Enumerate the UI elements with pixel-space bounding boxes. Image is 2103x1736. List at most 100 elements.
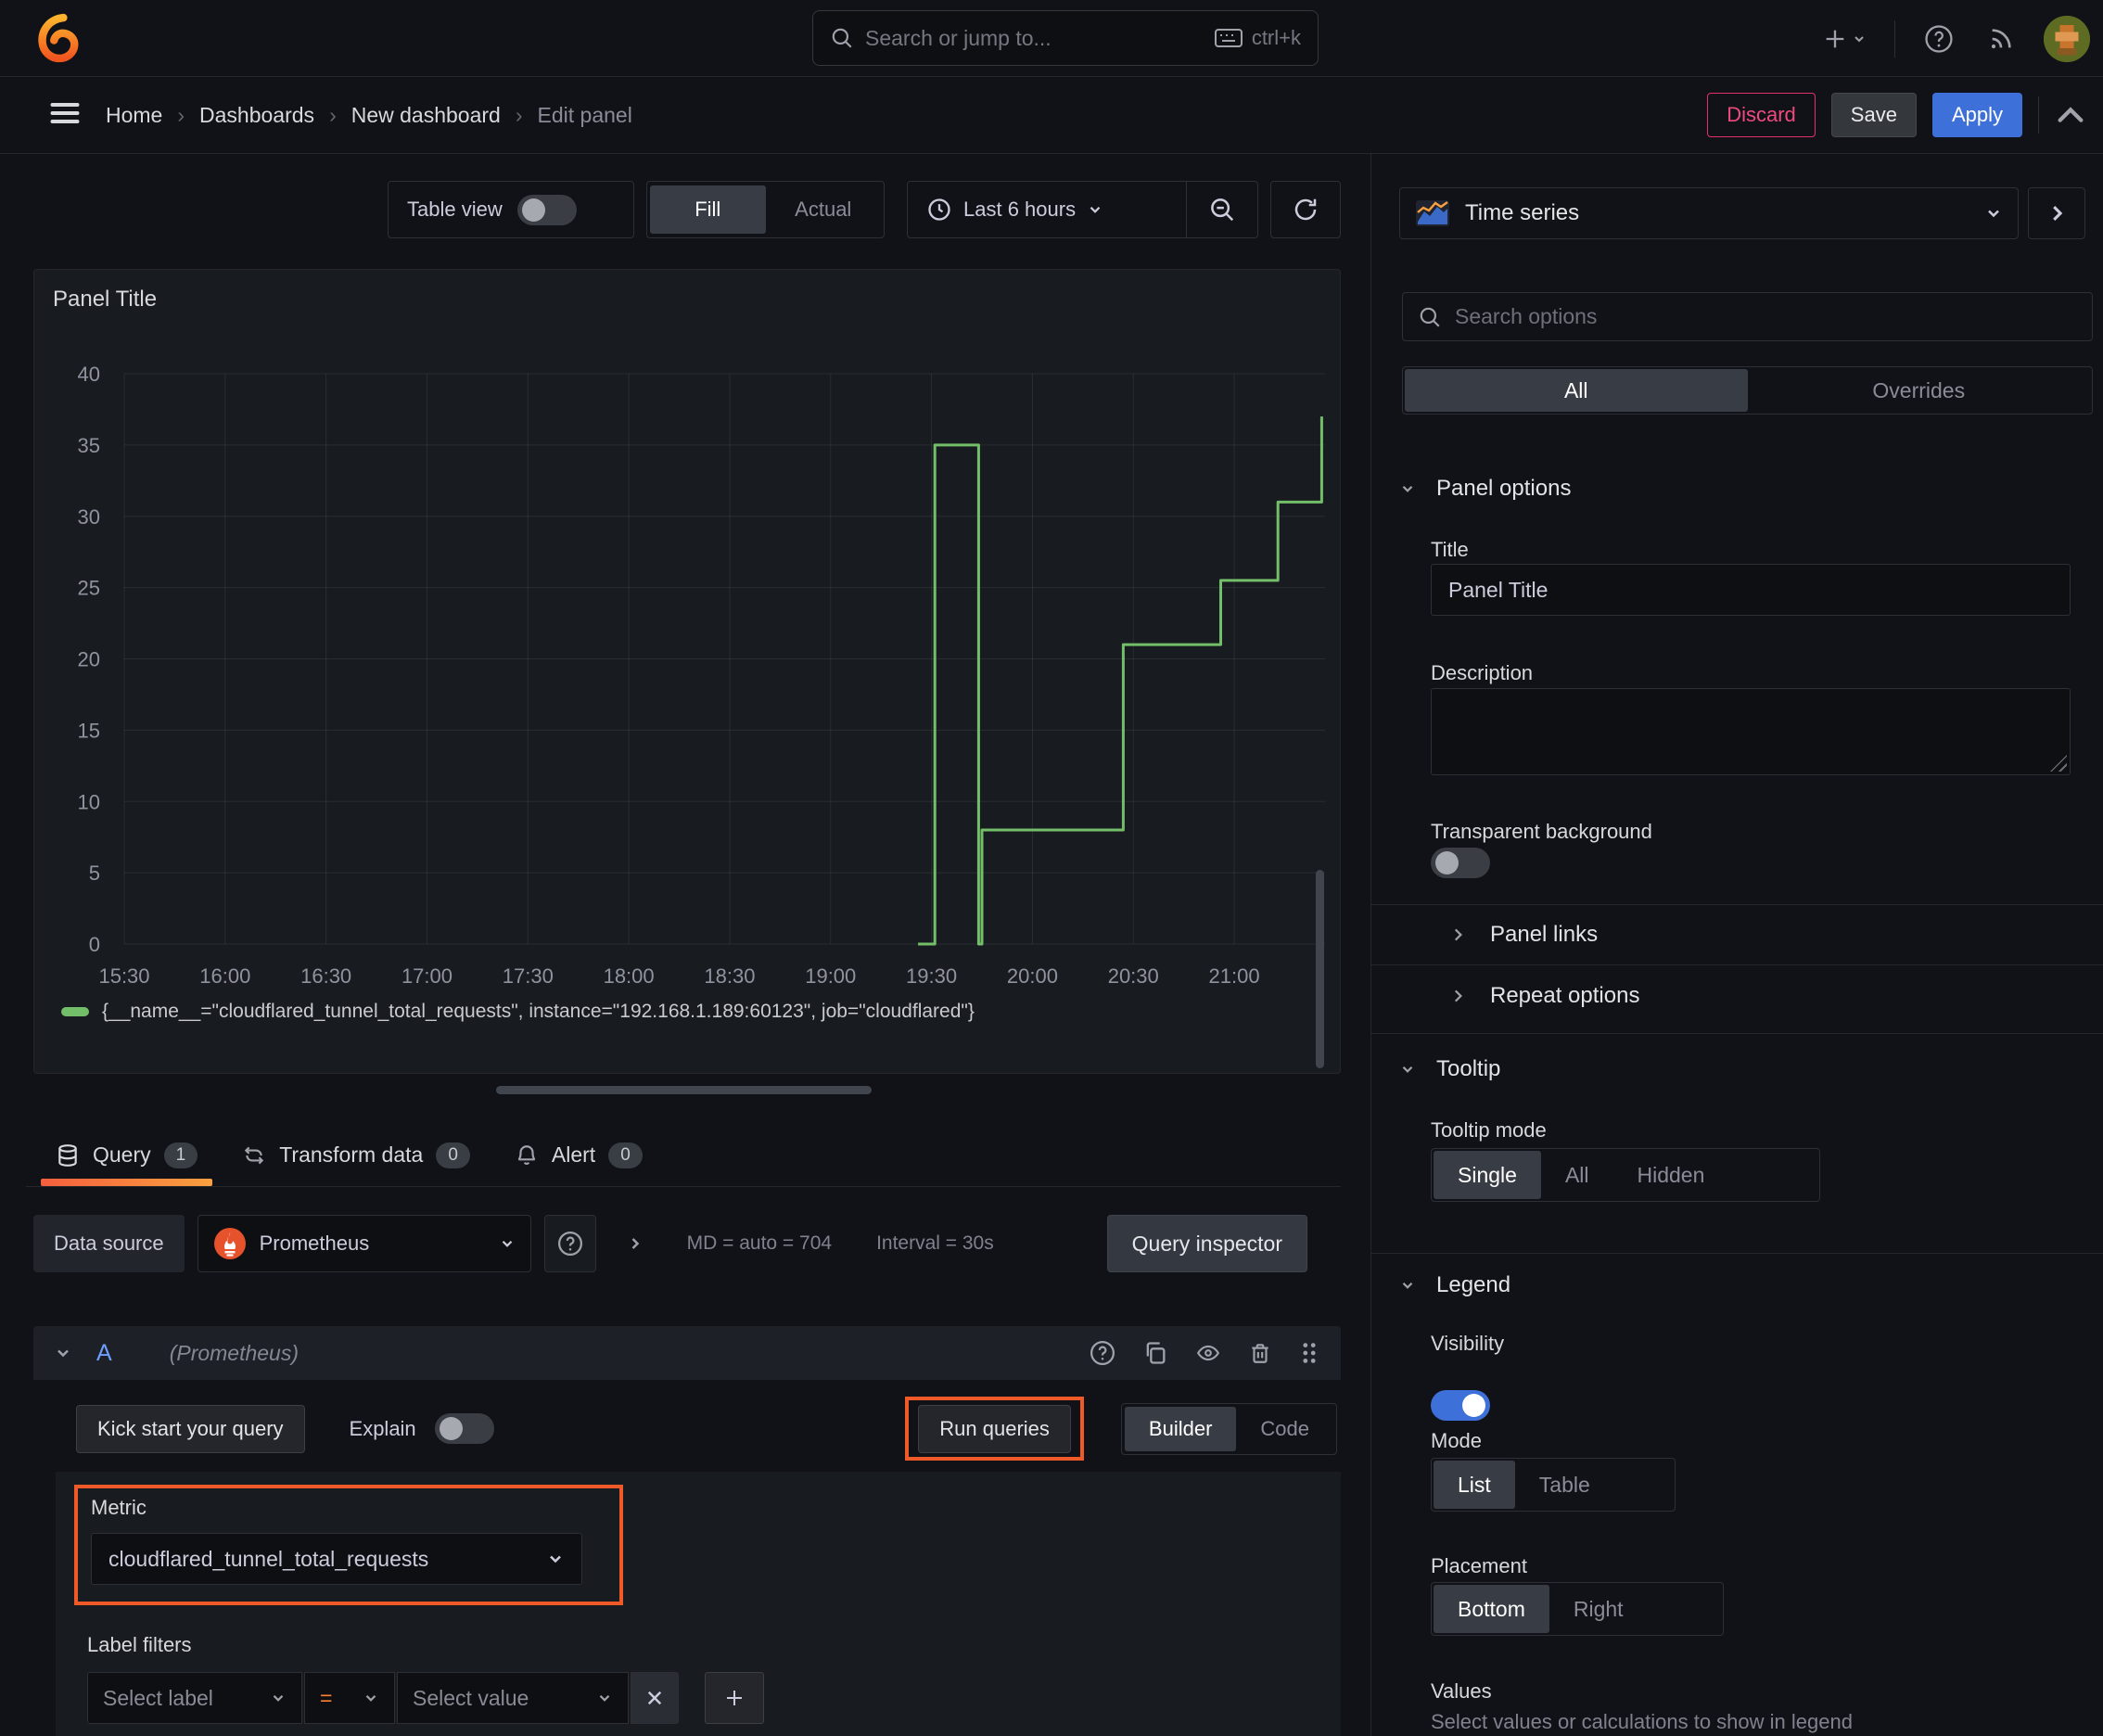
add-button[interactable] <box>1818 22 1870 56</box>
tooltip-mode-group: Single All Hidden <box>1431 1148 1820 1202</box>
tab-alert[interactable]: Alert 0 <box>492 1124 665 1186</box>
news-icon-button[interactable] <box>1982 20 2020 57</box>
transparent-background-switch[interactable] <box>1431 848 1490 878</box>
tab-all[interactable]: All <box>1405 369 1748 412</box>
section-tooltip[interactable]: Tooltip <box>1371 1046 2103 1092</box>
breadcrumb-new-dashboard[interactable]: New dashboard <box>351 103 501 128</box>
tab-transform-data[interactable]: Transform data 0 <box>220 1124 492 1186</box>
chevron-down-icon <box>1399 480 1416 497</box>
select-value-dropdown[interactable]: Select value <box>397 1672 629 1724</box>
menu-toggle-button[interactable] <box>48 99 82 127</box>
table-view-toggle[interactable]: Table view <box>388 181 634 238</box>
fill-option[interactable]: Fill <box>650 185 766 234</box>
help-icon-button[interactable] <box>1919 19 1958 58</box>
section-legend[interactable]: Legend <box>1371 1262 2103 1308</box>
metric-select[interactable]: cloudflared_tunnel_total_requests <box>91 1533 582 1585</box>
panel-description-textarea[interactable] <box>1431 688 2071 775</box>
expand-stats-button[interactable] <box>626 1234 644 1253</box>
options-search-input[interactable]: Search options <box>1402 292 2093 341</box>
tab-query-label: Query <box>93 1142 151 1167</box>
kickstart-query-button[interactable]: Kick start your query <box>76 1404 305 1453</box>
tooltip-mode-label: Tooltip mode <box>1431 1118 1547 1142</box>
label-filters-block: Label filters Select label = Select valu… <box>87 1633 1319 1724</box>
legend-series-label[interactable]: {__name__="cloudflared_tunnel_total_requ… <box>102 1001 975 1023</box>
panel[interactable]: Panel Title 0 5 10 15 20 25 30 35 40 15:30 16:00 16… <box>33 269 1341 1074</box>
tooltip-hidden-option[interactable]: Hidden <box>1613 1151 1729 1199</box>
select-label-dropdown[interactable]: Select label <box>87 1672 302 1724</box>
svg-text:25: 25 <box>78 577 100 600</box>
bell-icon <box>517 1144 536 1165</box>
query-options-row: Kick start your query Explain Run querie… <box>33 1397 1341 1461</box>
panel-resize-handle[interactable] <box>496 1086 872 1094</box>
options-sidebar: Time series Search options All Overrides… <box>1370 154 2103 1736</box>
svg-text:40: 40 <box>78 363 100 386</box>
discard-button[interactable]: Discard <box>1707 93 1816 137</box>
query-ref-id[interactable]: A <box>96 1340 112 1367</box>
operator-dropdown[interactable]: = <box>304 1672 395 1724</box>
explain-switch[interactable] <box>434 1413 494 1444</box>
chart-legend: {__name__="cloudflared_tunnel_total_requ… <box>61 1001 975 1023</box>
breadcrumb-dashboards[interactable]: Dashboards <box>199 103 314 128</box>
save-button[interactable]: Save <box>1830 93 1917 137</box>
plus-icon <box>727 1691 742 1705</box>
fill-actual-group: Fill Actual <box>646 181 885 238</box>
tooltip-single-option[interactable]: Single <box>1434 1151 1541 1199</box>
viz-suggestions-button[interactable] <box>2028 187 2085 239</box>
legend-mode-list[interactable]: List <box>1434 1461 1515 1509</box>
tooltip-all-option[interactable]: All <box>1541 1151 1613 1199</box>
chevron-right-icon <box>631 1238 639 1249</box>
svg-text:19:30: 19:30 <box>906 964 957 988</box>
metric-value: cloudflared_tunnel_total_requests <box>108 1546 429 1571</box>
tab-query[interactable]: Query 1 <box>33 1124 220 1186</box>
builder-option[interactable]: Builder <box>1124 1406 1237 1451</box>
scrollbar-thumb[interactable] <box>1316 870 1324 1068</box>
section-panel-options[interactable]: Panel options <box>1371 466 2103 512</box>
actual-option[interactable]: Actual <box>766 185 882 234</box>
breadcrumb-home[interactable]: Home <box>106 103 162 128</box>
refresh-button[interactable] <box>1270 181 1341 238</box>
run-queries-button[interactable]: Run queries <box>918 1404 1071 1453</box>
drag-handle-icon[interactable] <box>1298 1340 1320 1366</box>
visualization-picker[interactable]: Time series <box>1399 187 2019 239</box>
section-repeat-options[interactable]: Repeat options <box>1371 966 2103 1026</box>
legend-mode-table[interactable]: Table <box>1515 1461 1614 1509</box>
legend-placement-right[interactable]: Right <box>1549 1585 1648 1633</box>
collapse-header-button[interactable] <box>2055 104 2086 126</box>
query-row-header[interactable]: A (Prometheus) <box>33 1326 1341 1380</box>
time-range-picker[interactable]: Last 6 hours <box>908 182 1186 237</box>
panel-title-input[interactable] <box>1431 564 2071 616</box>
chevron-down-icon <box>1399 1277 1416 1294</box>
chevron-right-icon <box>1449 926 1466 943</box>
datasource-picker[interactable]: Prometheus <box>197 1215 531 1272</box>
add-filter-button[interactable] <box>705 1672 764 1724</box>
grafana-logo-icon[interactable] <box>35 13 85 63</box>
remove-filter-button[interactable] <box>631 1672 679 1724</box>
section-panel-links[interactable]: Panel links <box>1371 905 2103 964</box>
tab-overrides[interactable]: Overrides <box>1748 369 2091 412</box>
query-inspector-button[interactable]: Query inspector <box>1106 1215 1307 1272</box>
collapse-query-icon[interactable] <box>54 1344 72 1362</box>
divider <box>1371 1033 2103 1034</box>
apply-button[interactable]: Apply <box>1931 93 2022 137</box>
svg-text:18:00: 18:00 <box>604 964 655 988</box>
query-help-icon[interactable] <box>1089 1339 1116 1367</box>
zoom-out-button[interactable] <box>1187 182 1257 237</box>
legend-placement-group: Bottom Right <box>1431 1582 1724 1636</box>
delete-query-icon[interactable] <box>1248 1340 1272 1366</box>
search-input[interactable]: Search or jump to... ctrl+k <box>812 10 1319 66</box>
duplicate-query-icon[interactable] <box>1142 1340 1168 1366</box>
datasource-help-button[interactable] <box>543 1215 596 1272</box>
legend-visibility-switch[interactable] <box>1431 1390 1490 1421</box>
legend-series-color[interactable] <box>61 1007 89 1016</box>
code-option[interactable]: Code <box>1236 1407 1333 1451</box>
timeseries-chart[interactable]: 0 5 10 15 20 25 30 35 40 15:30 16:00 16:30 17:00 17:3… <box>34 270 1342 1075</box>
close-icon <box>647 1691 662 1705</box>
hide-query-icon[interactable] <box>1194 1341 1222 1365</box>
avatar[interactable] <box>2044 15 2090 62</box>
legend-values-description: Select values or calculations to show in… <box>1431 1710 1853 1733</box>
legend-placement-bottom[interactable]: Bottom <box>1434 1585 1549 1633</box>
explain-toggle: Explain <box>350 1413 494 1444</box>
header-actions: Discard Save Apply <box>1707 93 2086 137</box>
table-view-switch[interactable] <box>516 194 577 225</box>
legend-mode-group: List Table <box>1431 1458 1676 1512</box>
